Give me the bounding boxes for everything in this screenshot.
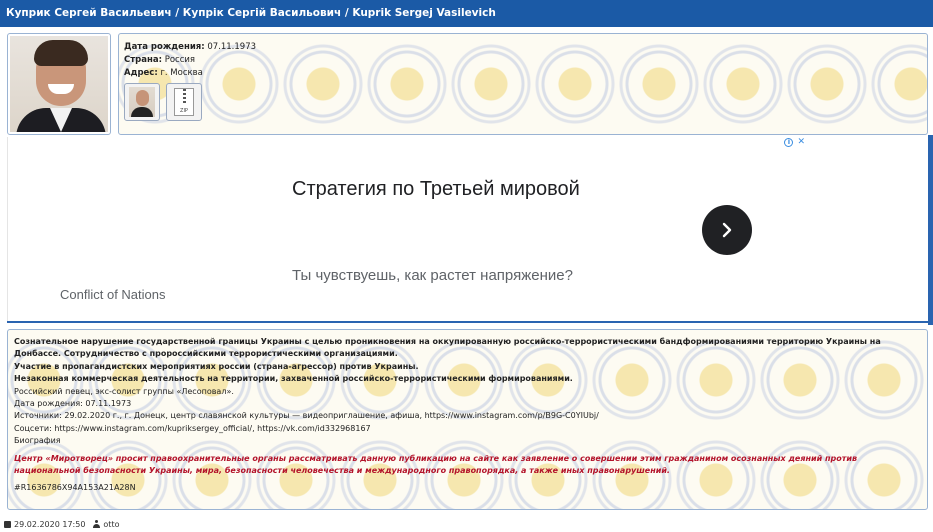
ad-advertiser[interactable]: Conflict of Nations bbox=[60, 287, 166, 302]
right-border-bar bbox=[928, 135, 933, 325]
description-bold-line: Донбассе. Сотрудничество с пророссийским… bbox=[14, 349, 398, 359]
zip-file-link[interactable]: ZIP bbox=[166, 83, 202, 121]
zip-label: ZIP bbox=[180, 108, 188, 114]
profile-photo[interactable] bbox=[10, 36, 108, 132]
post-footer: 29.02.2020 17:50 otto bbox=[4, 518, 119, 530]
profile-info-panel: Дата рождения: 07.11.1973 Страна: Россия… bbox=[118, 33, 928, 135]
user-icon bbox=[93, 520, 101, 528]
ad-close-icon[interactable]: ✕ bbox=[797, 137, 805, 147]
post-author[interactable]: otto bbox=[93, 520, 119, 529]
birth-date-line: Дата рождения: 07.11.1973 bbox=[14, 399, 132, 409]
profile-photo-frame[interactable] bbox=[7, 33, 111, 135]
ad-info-icon[interactable]: i bbox=[784, 137, 794, 147]
description-bold-line: Сознательное нарушение государственной г… bbox=[14, 337, 881, 346]
social-links-line[interactable]: Соцсети: https://www.instagram.com/kupri… bbox=[14, 423, 921, 435]
page-title: Куприк Сергей Васильевич / Купрік Сергій… bbox=[0, 0, 933, 27]
chevron-right-icon bbox=[722, 222, 732, 238]
country-value: Россия bbox=[164, 55, 196, 65]
post-author-text[interactable]: otto bbox=[103, 520, 119, 529]
birth-date-label: Дата рождения: bbox=[124, 42, 205, 52]
ad-choices-badge[interactable]: i ✕ bbox=[784, 137, 805, 147]
section-divider bbox=[7, 321, 933, 323]
ad-title[interactable]: Стратегия по Третьей мировой bbox=[292, 173, 592, 205]
ad-description[interactable]: Ты чувствуешь, как растет напряжение? bbox=[292, 267, 573, 284]
birth-date-value: 07.11.1973 bbox=[207, 42, 257, 52]
address-value: г. Москва bbox=[160, 68, 203, 78]
bio-line: Российский певец, экс-солист группы «Лес… bbox=[14, 386, 234, 396]
ad-open-button[interactable] bbox=[702, 205, 752, 255]
sources-line[interactable]: Источники: 29.02.2020 г., г. Донецк, цен… bbox=[14, 410, 921, 422]
warning-text-2: национальной безопасности Украины, мира,… bbox=[14, 466, 670, 476]
address-label: Адрес: bbox=[124, 68, 158, 78]
address-row: Адрес: г. Москва bbox=[124, 66, 922, 81]
post-date: 29.02.2020 17:50 bbox=[4, 520, 85, 529]
photo-thumbnail-link[interactable] bbox=[124, 83, 160, 121]
photo-hair bbox=[34, 40, 88, 66]
warning-text-1: Центр «Миротворец» просит правоохранител… bbox=[14, 453, 858, 463]
mini-shirt bbox=[131, 107, 153, 117]
advertisement[interactable]: i ✕ Стратегия по Третьей мировой Ты чувс… bbox=[7, 137, 807, 322]
zip-strip bbox=[183, 89, 186, 103]
mini-face bbox=[136, 90, 149, 106]
attachment-thumbnails: ZIP bbox=[124, 83, 202, 121]
record-hash: #R1636786X94A153A21A28N bbox=[14, 483, 136, 493]
calendar-icon bbox=[4, 520, 11, 528]
post-date-text: 29.02.2020 17:50 bbox=[14, 519, 86, 529]
biography-link[interactable]: Биография bbox=[14, 435, 921, 447]
photo-thumbnail-icon bbox=[129, 87, 155, 117]
country-label: Страна: bbox=[124, 55, 162, 65]
description-bold-line: Незаконная коммерческая деятельность на … bbox=[14, 374, 573, 384]
description-bold-line: Участие в пропагандистских мероприятиях … bbox=[14, 361, 419, 371]
zip-file-icon: ZIP bbox=[174, 88, 194, 116]
description-panel: Сознательное нарушение государственной г… bbox=[7, 329, 928, 510]
